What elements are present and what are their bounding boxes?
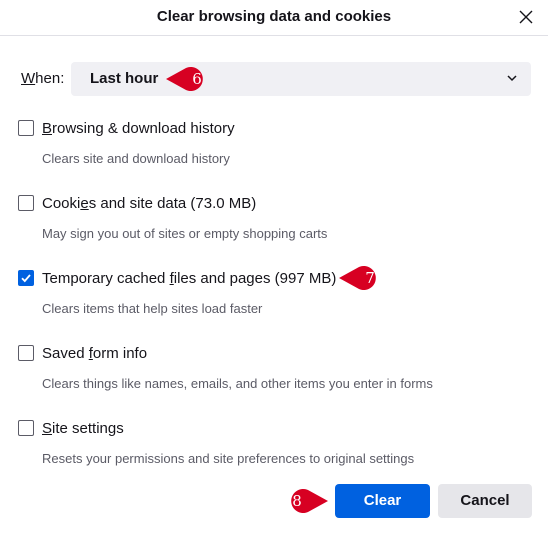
site-settings-description: Resets your permissions and site prefere… bbox=[42, 451, 415, 466]
time-range-value: Last hour bbox=[90, 70, 159, 87]
history-checkbox[interactable] bbox=[18, 120, 34, 136]
annotation-marker-8: 8 bbox=[284, 487, 330, 515]
cookies-checkbox[interactable] bbox=[18, 195, 34, 211]
checkmark-icon bbox=[21, 274, 31, 283]
time-range-select[interactable]: Last hour bbox=[71, 62, 531, 96]
chevron-down-icon bbox=[507, 75, 517, 82]
cookies-label[interactable]: Cookies and site data (73.0 MB) bbox=[42, 195, 256, 213]
cache-checkbox[interactable] bbox=[18, 270, 34, 286]
form-info-checkbox[interactable] bbox=[18, 345, 34, 361]
annotation-marker-6: 6 bbox=[164, 65, 210, 93]
when-label: When: bbox=[21, 70, 65, 87]
form-info-label[interactable]: Saved form info bbox=[42, 345, 147, 363]
cache-description: Clears items that help sites load faster bbox=[42, 301, 263, 316]
cache-label[interactable]: Temporary cached files and pages (997 MB… bbox=[42, 270, 336, 288]
clear-button[interactable]: Clear bbox=[335, 484, 430, 518]
site-settings-checkbox[interactable] bbox=[18, 420, 34, 436]
history-description: Clears site and download history bbox=[42, 151, 230, 166]
dialog-title: Clear browsing data and cookies bbox=[0, 0, 548, 36]
clear-data-dialog: Clear browsing data and cookies When: La… bbox=[0, 0, 548, 534]
history-label[interactable]: Browsing & download history bbox=[42, 120, 235, 138]
cancel-button[interactable]: Cancel bbox=[438, 484, 532, 518]
close-icon[interactable] bbox=[516, 7, 536, 27]
site-settings-label[interactable]: Site settings bbox=[42, 420, 124, 438]
annotation-marker-7: 7 bbox=[337, 264, 383, 292]
cookies-description: May sign you out of sites or empty shopp… bbox=[42, 226, 328, 241]
form-info-description: Clears things like names, emails, and ot… bbox=[42, 376, 433, 391]
